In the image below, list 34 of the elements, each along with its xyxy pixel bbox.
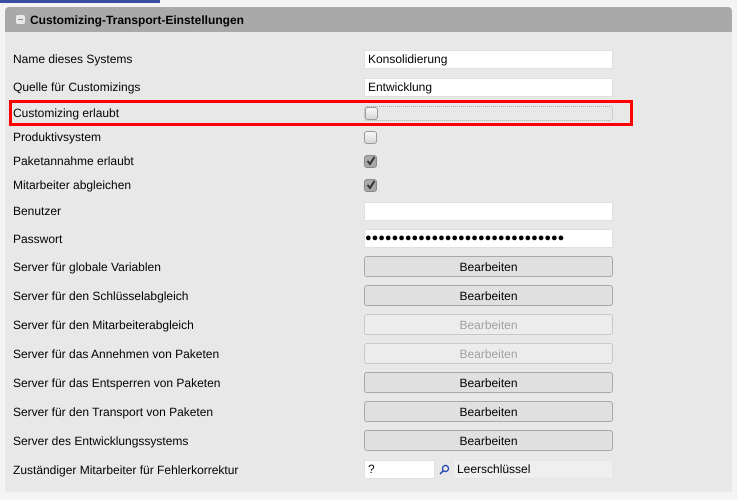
field-label: Name dieses Systems [13,51,134,68]
field-label: Server für globale Variablen [13,258,162,276]
text-field[interactable]: Konsolidierung [364,50,613,68]
edit-button[interactable]: Bearbeiten [364,372,613,393]
checkbox[interactable] [364,130,377,144]
field-label: Passwort [13,230,64,248]
panel-title: Customizing-Transport-Einstellungen [30,12,244,28]
edit-button[interactable]: Bearbeiten [364,256,613,277]
field-label: Customizing erlaubt [13,105,120,122]
checkbox[interactable] [365,106,378,120]
text-field[interactable] [364,202,613,220]
field-label: Server für den Mitarbeiterabgleich [13,316,195,334]
edit-button[interactable]: Bearbeiten [364,430,613,451]
search-icon [438,464,450,475]
text-field[interactable]: Entwicklung [364,78,613,96]
edit-button[interactable]: Bearbeiten [364,401,613,422]
check-icon [366,156,376,166]
field-label: Benutzer [13,203,62,220]
key-field[interactable]: ? [364,460,435,479]
field-label: Zuständiger Mitarbeiter für Fehlerkorrektur [13,462,240,478]
field-label: Server für das Entsperren von Paketen [13,374,222,392]
field-label: Server für den Schlüsselabgleich [13,288,190,304]
field-label: Server für den Transport von Paketen [13,404,214,420]
field-label: Server des Entwicklungssystems [13,432,190,450]
edit-button[interactable]: Bearbeiten [364,285,613,306]
description-field: Leerschlüssel [453,460,613,479]
field-label: Produktivsystem [13,129,102,146]
field-label: Server für das Annehmen von Paketen [13,346,220,362]
collapse-icon[interactable] [16,15,25,24]
field-label: Mitarbeiter abgleichen [13,177,132,194]
field-label: Quelle für Customizings [13,79,142,96]
check-icon [366,180,376,190]
field-label: Paketannahme erlaubt [13,153,135,170]
password-field[interactable]: ●●●●●●●●●●●●●●●●●●●●●●●●●●●●●● [364,229,613,248]
